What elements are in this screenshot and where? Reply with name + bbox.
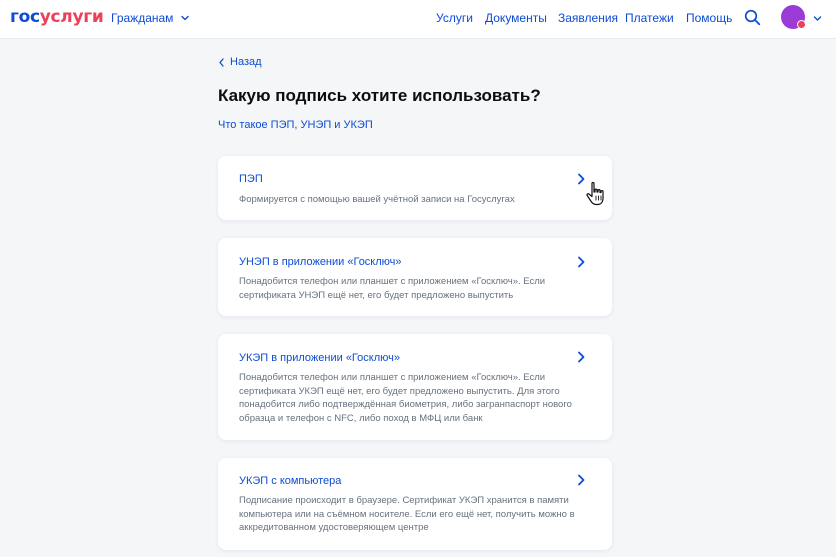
option-description: Понадобится телефон или планшет с прилож… bbox=[239, 372, 572, 424]
option-card-ukep-goskey[interactable]: УКЭП в приложении «Госключ» Понадобится … bbox=[218, 334, 612, 440]
option-card-pep[interactable]: ПЭП Формируется с помощью вашей учётной … bbox=[218, 156, 612, 220]
nav-applications[interactable]: Заявления bbox=[558, 10, 618, 26]
option-description: Подписание происходит в браузере. Сертиф… bbox=[239, 495, 575, 533]
nav-payments[interactable]: Платежи bbox=[625, 10, 674, 26]
option-card-ukep-computer[interactable]: УКЭП с компьютера Подписание происходит … bbox=[218, 458, 612, 550]
option-title: ПЭП bbox=[239, 173, 263, 185]
chevron-down-icon bbox=[181, 15, 190, 21]
logo-part1: гос bbox=[10, 7, 40, 27]
top-header: госуслуги Гражданам Услуги Документы Зая… bbox=[0, 0, 836, 39]
search-icon[interactable] bbox=[744, 9, 761, 26]
audience-dropdown[interactable]: Гражданам bbox=[111, 10, 190, 26]
option-title: УНЭП в приложении «Госключ» bbox=[239, 256, 402, 268]
chevron-right-icon bbox=[578, 256, 585, 268]
chevron-right-icon bbox=[578, 474, 585, 486]
page-title: Какую подпись хотите использовать? bbox=[218, 86, 541, 105]
gosuslugi-logo[interactable]: госуслуги bbox=[10, 7, 104, 27]
option-description: Формируется с помощью вашей учётной запи… bbox=[239, 194, 515, 205]
option-title: УКЭП с компьютера bbox=[239, 475, 342, 487]
hand-cursor-icon bbox=[586, 181, 604, 206]
nav-help[interactable]: Помощь bbox=[686, 10, 732, 26]
chevron-right-icon bbox=[578, 351, 585, 363]
signature-types-info-link[interactable]: Что такое ПЭП, УНЭП и УКЭП bbox=[218, 118, 373, 132]
option-title: УКЭП в приложении «Госключ» bbox=[239, 352, 400, 364]
back-label: Назад bbox=[230, 56, 262, 68]
nav-services[interactable]: Услуги bbox=[436, 10, 473, 26]
back-link[interactable]: Назад bbox=[218, 55, 262, 69]
notification-dot bbox=[797, 20, 806, 29]
audience-label: Гражданам bbox=[111, 11, 174, 25]
chevron-down-icon[interactable] bbox=[813, 14, 822, 23]
option-description: Понадобится телефон или планшет с прилож… bbox=[239, 276, 546, 301]
logo-part2: услуги bbox=[39, 7, 104, 27]
option-card-unep-goskey[interactable]: УНЭП в приложении «Госключ» Понадобится … bbox=[218, 238, 612, 316]
nav-documents[interactable]: Документы bbox=[485, 10, 547, 26]
chevron-left-icon bbox=[219, 57, 224, 67]
